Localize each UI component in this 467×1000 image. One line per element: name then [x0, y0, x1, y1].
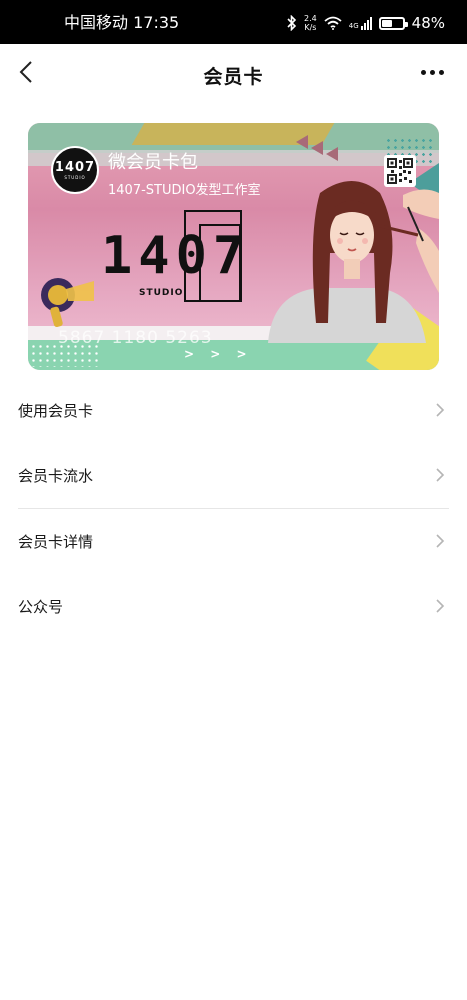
dot: [439, 69, 444, 75]
chevron-right-icon: [436, 599, 445, 613]
menu-item-label: 会员卡详情: [18, 533, 94, 551]
page-title: 会员卡: [203, 66, 264, 88]
triangle-decoration: [311, 141, 323, 155]
menu-item-official-account[interactable]: 公众号: [0, 574, 467, 639]
status-bar: 中国移动 17:35 2.4 K/s 4G 48%: [0, 0, 467, 44]
chevron-right-icon: [436, 403, 445, 417]
logo-number: 1407: [54, 159, 96, 175]
brand-frame: [199, 224, 241, 302]
menu-item-card-transactions[interactable]: 会员卡流水: [0, 443, 467, 508]
hairdryer-icon: [41, 278, 94, 328]
menu-item-card-details[interactable]: 会员卡详情: [0, 509, 467, 574]
net-speed-unit: K/s: [304, 23, 317, 32]
menu-item-use-card[interactable]: 使用会员卡: [0, 378, 467, 443]
battery-fill: [381, 19, 393, 27]
signal-icon: 4G: [348, 16, 372, 30]
menu-item-label: 使用会员卡: [18, 402, 94, 420]
merchant-name: 1407-STUDIO发型工作室: [108, 183, 261, 198]
network-type: 4G: [348, 21, 359, 30]
nav-header: 会员卡: [0, 44, 467, 102]
logo-sub: STUDIO: [64, 174, 86, 180]
net-speed: 2.4 K/s: [304, 14, 317, 32]
menu-list: 使用会员卡 会员卡流水 会员卡详情 公众号: [0, 378, 467, 639]
dot: [430, 69, 435, 75]
wifi-icon: [324, 16, 342, 30]
brand-sub: STUDIO: [139, 288, 184, 298]
chevron-right-icon: [436, 468, 445, 482]
triangle-decoration: [326, 147, 338, 161]
card-number: 5867 1180 5263: [58, 328, 213, 348]
dot: [421, 69, 426, 75]
membership-card[interactable]: 1407 STUDIO 微会员卡包 1407-STUDIO发型工作室 1407 …: [28, 123, 439, 370]
menu-item-label: 公众号: [18, 598, 64, 616]
hairstylist-illustration: [268, 181, 439, 343]
status-icons: 2.4 K/s 4G 48%: [287, 12, 445, 34]
chevron-right-icon: [436, 534, 445, 548]
triangle-decoration: [296, 135, 308, 149]
brand-logo: 1407 STUDIO: [101, 210, 250, 306]
menu-item-label: 会员卡流水: [18, 467, 94, 485]
card-name: 微会员卡包: [108, 152, 198, 173]
battery-text: 48%: [411, 14, 445, 32]
battery-icon: [378, 16, 408, 30]
merchant-logo: 1407 STUDIO: [51, 146, 99, 194]
carrier-time: 中国移动 17:35: [64, 13, 180, 32]
net-speed-value: 2.4: [304, 14, 317, 23]
more-options-button[interactable]: [421, 66, 449, 78]
card-arrows: > > >: [184, 347, 253, 361]
bluetooth-icon: [287, 15, 297, 31]
